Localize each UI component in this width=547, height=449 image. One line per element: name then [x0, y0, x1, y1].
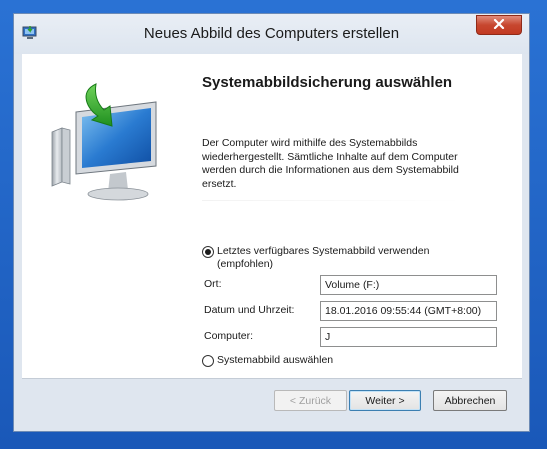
footer-divider [22, 378, 522, 379]
location-label: Ort: [204, 278, 222, 290]
restore-wizard-window: Neues Abbild des Computers erstellen Sys… [13, 13, 530, 432]
title-bar[interactable]: Neues Abbild des Computers erstellen [14, 14, 529, 54]
datetime-field[interactable]: 18.01.2016 09:55:44 (GMT+8:00) [320, 301, 497, 321]
back-button[interactable]: < Zurück [274, 390, 347, 411]
computer-field[interactable]: J [320, 327, 497, 347]
latest-image-label: Letztes verfügbares Systemabbild verwend… [217, 245, 430, 270]
page-description: Der Computer wird mithilfe des Systemabb… [202, 137, 459, 190]
latest-image-radio[interactable] [202, 246, 214, 258]
wizard-side-panel [22, 54, 192, 378]
page-heading: Systemabbildsicherung auswählen [202, 74, 453, 91]
window-title: Neues Abbild des Computers erstellen [143, 25, 400, 42]
wizard-content: Systemabbildsicherung auswählen Der Comp… [22, 54, 522, 378]
computer-restore-icon [48, 82, 178, 202]
datetime-label: Datum und Uhrzeit: [204, 304, 295, 316]
choose-image-label: Systemabbild auswählen [217, 354, 334, 366]
choose-image-radio[interactable] [202, 355, 214, 367]
cancel-button[interactable]: Abbrechen [433, 390, 507, 411]
close-icon [493, 16, 505, 34]
latest-image-option[interactable]: Letztes verfügbares Systemabbild verwend… [202, 245, 472, 270]
computer-label: Computer: [204, 330, 254, 342]
next-button[interactable]: Weiter > [349, 390, 421, 411]
choose-image-option[interactable]: Systemabbild auswählen [202, 354, 333, 367]
divider [202, 200, 462, 201]
close-button[interactable] [476, 15, 522, 35]
location-field[interactable]: Volume (F:) [320, 275, 497, 295]
